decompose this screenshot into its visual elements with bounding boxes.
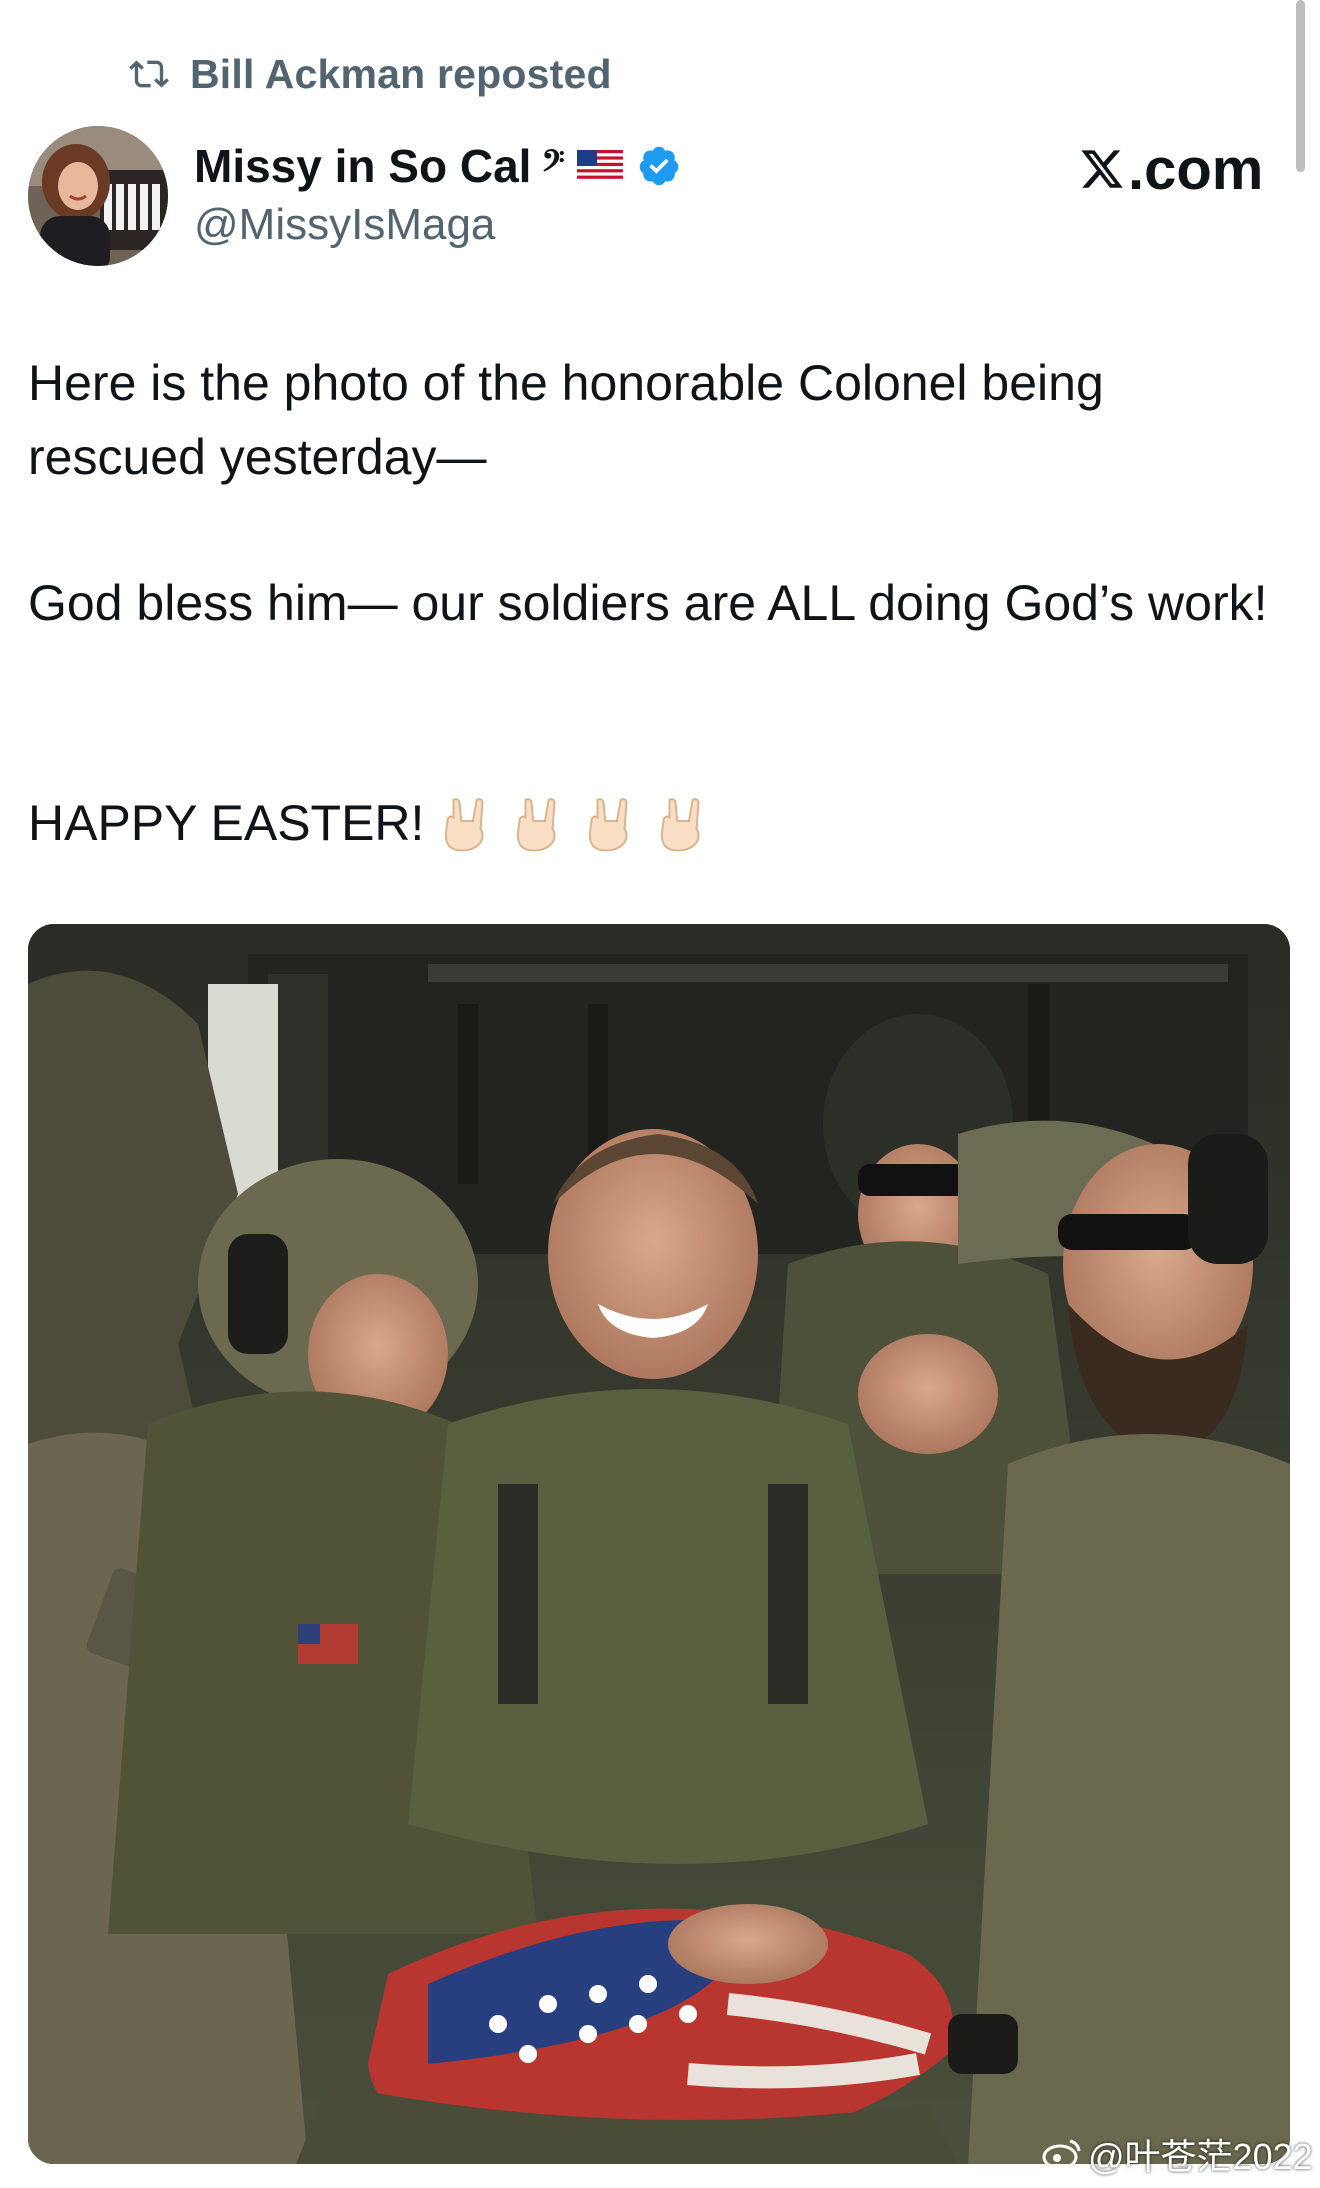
brand-text: .com <box>1128 136 1264 202</box>
verified-badge-icon <box>639 146 678 186</box>
sign-of-horns-emoji <box>661 798 700 852</box>
emoji-group <box>438 792 726 854</box>
weibo-watermark: @叶苍茫2022 <box>1042 2132 1313 2177</box>
tweet-photo[interactable] <box>28 924 1290 2164</box>
repost-icon <box>129 60 169 88</box>
sign-of-horns-emoji <box>589 798 628 852</box>
tweet-text-paragraph-1: Here is the photo of the honorable Colon… <box>28 355 1104 485</box>
author-name[interactable]: Missy in So Cal <box>194 139 531 193</box>
author-handle[interactable]: @MissyIsMaga <box>194 200 495 250</box>
sign-of-horns-emoji <box>445 798 484 852</box>
author-name-row[interactable]: Missy in So Cal 𝄢 <box>194 136 681 196</box>
repost-indicator[interactable]: Bill Ackman reposted <box>126 50 612 98</box>
us-flag-emoji <box>576 150 623 182</box>
scrollbar[interactable] <box>1296 0 1305 172</box>
avatar-image <box>28 126 168 266</box>
soldiers-helicopter-photo <box>28 924 1290 2164</box>
sign-of-horns-emoji <box>517 798 556 852</box>
repost-text: Bill Ackman reposted <box>190 50 612 97</box>
happy-easter-text: HAPPY EASTER! <box>28 795 425 851</box>
tweet-text-paragraph-3: HAPPY EASTER! <box>28 786 1278 860</box>
avatar[interactable] <box>28 126 168 266</box>
weibo-icon <box>1042 2139 1081 2170</box>
bass-clef-music-emoji: 𝄢 <box>541 145 565 186</box>
name-emojis: 𝄢 <box>541 145 623 187</box>
tweet-text-paragraph-2: God bless him— our soldiers are ALL doin… <box>28 575 1268 631</box>
x-logo-icon <box>1081 150 1123 188</box>
watermark-text: @叶苍茫2022 <box>1088 2136 1313 2177</box>
x-com-brand: .com <box>1078 134 1263 204</box>
